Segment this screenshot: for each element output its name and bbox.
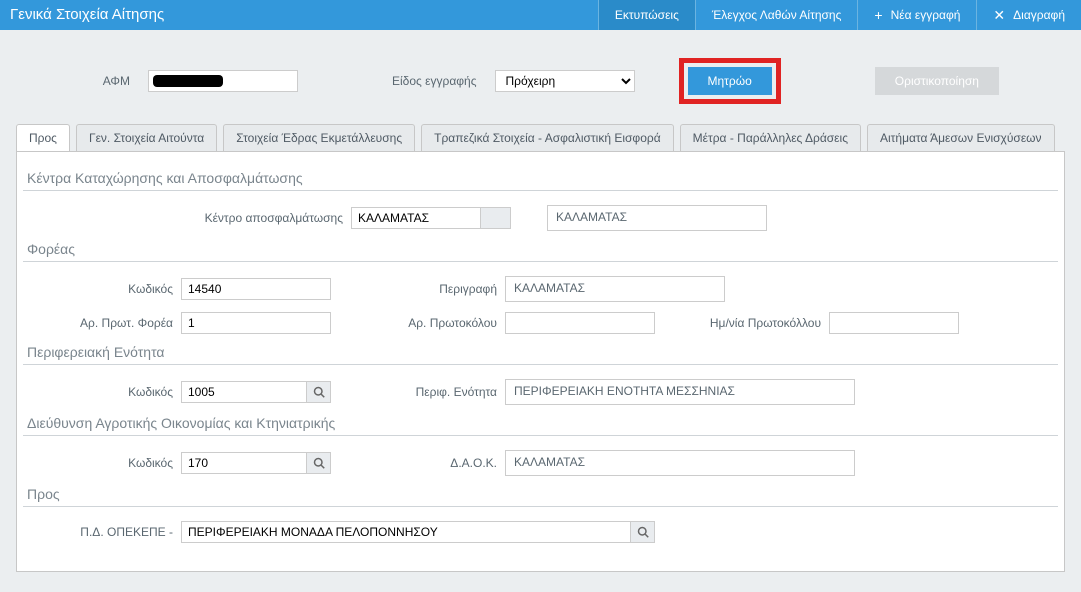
tab-aitimata[interactable]: Αιτήματα Άμεσων Ενισχύσεων [867, 124, 1055, 151]
tab-edra[interactable]: Στοιχεία Έδρας Εκμετάλλευσης [223, 124, 415, 151]
tab-metra[interactable]: Μέτρα - Παράλληλες Δράσεις [680, 124, 861, 151]
perif-search-button[interactable] [307, 381, 331, 403]
search-icon [313, 457, 325, 469]
app-header: Γενικά Στοιχεία Αίτησης Εκτυπώσεις Έλεγχ… [0, 0, 1081, 30]
arprot-forea-input[interactable] [181, 312, 331, 334]
arprot-input[interactable] [505, 312, 655, 334]
foreas-perigrafi: ΚΑΛΑΜΑΤΑΣ [505, 276, 725, 302]
section-title-foreas: Φορέας [23, 241, 1058, 262]
registry-button[interactable]: Μητρώο [688, 67, 772, 95]
tab-bank[interactable]: Τραπεζικά Στοιχεία - Ασφαλιστική Εισφορά [421, 124, 674, 151]
kentro-desc: ΚΑΛΑΜΑΤΑΣ [547, 205, 767, 231]
close-icon: ✕ [993, 7, 1005, 24]
arprot-label: Αρ. Πρωτοκόλου [407, 316, 497, 330]
filter-bar: ΑΦΜ Είδος εγγραφής Πρόχειρη Μητρώο Οριστ… [0, 30, 1081, 124]
perif-kodikos-label: Κωδικός [23, 385, 173, 399]
pros-label: Π.Δ. ΟΠΕΚΕΠΕ - [23, 525, 173, 539]
tab-content: Κέντρα Καταχώρησης και Αποσφαλμάτωσης Κέ… [16, 151, 1065, 572]
tab-pros[interactable]: Προς [16, 124, 70, 151]
daok-kodikos-input[interactable] [181, 452, 307, 474]
record-type-select[interactable]: Πρόχειρη [495, 70, 635, 92]
kentro-code-input[interactable] [351, 207, 481, 229]
foreas-perigrafi-label: Περιγραφή [437, 282, 497, 296]
section-title-perif: Περιφερειακή Ενότητα [23, 344, 1058, 365]
kentro-search-button[interactable] [481, 207, 511, 229]
record-type-label: Είδος εγγραφής [392, 74, 483, 88]
pros-input[interactable] [181, 521, 631, 543]
perif-kodikos-input[interactable] [181, 381, 307, 403]
perif-enotita-label: Περιφ. Ενότητα [407, 385, 497, 399]
redacted-text [153, 75, 223, 87]
arprot-forea-label: Αρ. Πρωτ. Φορέα [23, 316, 173, 330]
daok-value: ΚΑΛΑΜΑΤΑΣ [505, 450, 855, 476]
hmnia-label: Ημ/νία Πρωτοκόλλου [701, 316, 821, 330]
section-title-daok: Διεύθυνση Αγροτικής Οικονομίας και Κτηνι… [23, 415, 1058, 436]
foreas-kodikos-input[interactable] [181, 278, 331, 300]
plus-icon: + [874, 7, 882, 23]
daok-kodikos-label: Κωδικός [23, 456, 173, 470]
print-button[interactable]: Εκτυπώσεις [599, 0, 696, 30]
search-icon [637, 526, 649, 538]
pros-search-button[interactable] [631, 521, 655, 543]
new-record-button[interactable]: + Νέα εγγραφή [858, 0, 977, 30]
perif-enotita: ΠΕΡΙΦΕΡΕΙΑΚΗ ΕΝΟΤΗΤΑ ΜΕΣΣΗΝΙΑΣ [505, 379, 855, 405]
kentro-label: Κέντρο αποσφαλμάτωσης [23, 211, 343, 225]
highlight-annotation: Μητρώο [679, 58, 781, 104]
foreas-kodikos-label: Κωδικός [23, 282, 173, 296]
delete-button[interactable]: ✕ Διαγραφή [977, 0, 1081, 30]
tab-general[interactable]: Γεν. Στοιχεία Αιτούντα [76, 124, 217, 151]
page-title: Γενικά Στοιχεία Αίτησης [0, 0, 599, 30]
check-errors-button[interactable]: Έλεγχος Λαθών Αίτησης [696, 0, 858, 30]
finalize-button: Οριστικοποίηση [875, 67, 999, 95]
daok-label: Δ.Α.Ο.Κ. [407, 456, 497, 470]
section-title-pros: Προς [23, 486, 1058, 507]
afm-label: ΑΦΜ [16, 74, 136, 88]
hmnia-input[interactable] [829, 312, 959, 334]
search-icon [313, 386, 325, 398]
afm-input[interactable] [148, 70, 298, 92]
tab-bar: Προς Γεν. Στοιχεία Αιτούντα Στοιχεία Έδρ… [0, 124, 1081, 151]
daok-search-button[interactable] [307, 452, 331, 474]
section-title-kentra: Κέντρα Καταχώρησης και Αποσφαλμάτωσης [23, 170, 1058, 191]
